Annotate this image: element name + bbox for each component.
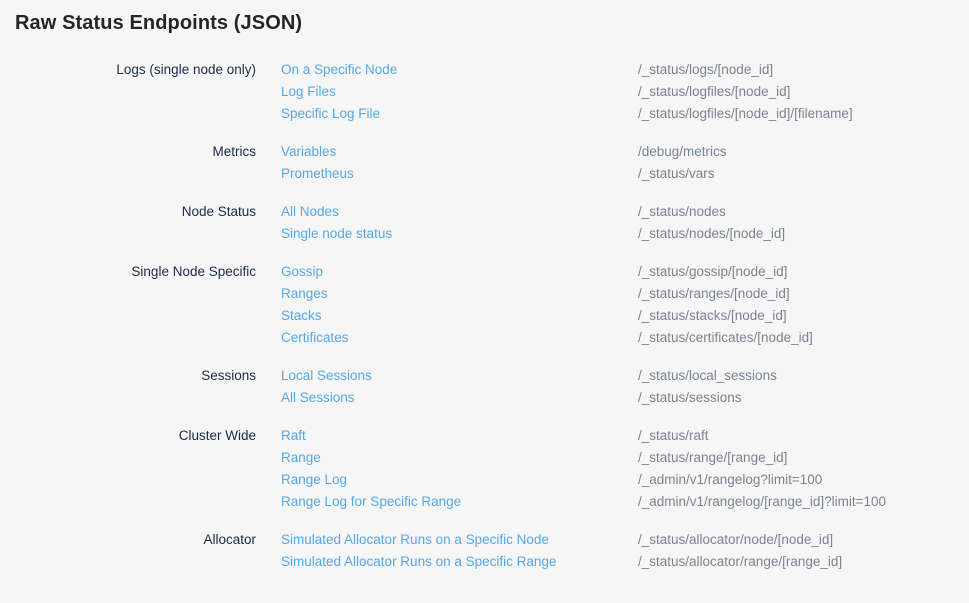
endpoint-path: /_status/logfiles/[node_id] [638,81,969,103]
endpoint-paths-column: /debug/metrics/_status/vars [638,141,969,185]
category-label: Sessions [0,365,256,409]
endpoint-path: /_status/allocator/range/[range_id] [638,551,969,573]
endpoint-path: /_status/local_sessions [638,365,969,387]
endpoint-path: /_status/nodes/[node_id] [638,223,969,245]
category-label: Logs (single node only) [0,59,256,125]
endpoint-groups: Logs (single node only)On a Specific Nod… [0,59,969,573]
endpoint-link[interactable]: Range [281,447,638,469]
endpoint-link[interactable]: Stacks [281,305,638,327]
endpoint-path: /_status/nodes [638,201,969,223]
debug-endpoints-page: Raw Status Endpoints (JSON) Logs (single… [0,0,969,573]
endpoint-link[interactable]: Local Sessions [281,365,638,387]
endpoint-paths-column: /_status/local_sessions/_status/sessions [638,365,969,409]
endpoint-group: Logs (single node only)On a Specific Nod… [0,59,969,125]
endpoint-link[interactable]: Simulated Allocator Runs on a Specific N… [281,529,638,551]
page-title: Raw Status Endpoints (JSON) [15,10,969,36]
endpoint-path: /_status/sessions [638,387,969,409]
endpoint-link[interactable]: Ranges [281,283,638,305]
endpoint-link[interactable]: All Nodes [281,201,638,223]
endpoint-group: Allocator Simulated Allocator Runs on a S… [0,529,969,573]
endpoint-paths-column: /_status/nodes/_status/nodes/[node_id] [638,201,969,245]
endpoint-links-column: On a Specific NodeLog FilesSpecific Log … [256,59,638,125]
endpoint-path: /_status/gossip/[node_id] [638,261,969,283]
endpoint-path: /_status/stacks/[node_id] [638,305,969,327]
endpoint-links-column: All NodesSingle node status [256,201,638,245]
endpoint-path: /_status/logfiles/[node_id]/[filename] [638,103,969,125]
category-label: Node Status [0,201,256,245]
endpoint-path: /_status/certificates/[node_id] [638,327,969,349]
endpoint-links-column: Local SessionsAll Sessions [256,365,638,409]
endpoint-link[interactable]: Gossip [281,261,638,283]
endpoint-path: /debug/metrics [638,141,969,163]
endpoint-link[interactable]: Prometheus [281,163,638,185]
endpoint-link[interactable]: Single node status [281,223,638,245]
endpoint-link[interactable]: Raft [281,425,638,447]
endpoint-group: MetricsVariablesPrometheus/debug/metrics… [0,141,969,185]
endpoint-group: Cluster WideRaftRangeRange LogRange Log … [0,425,969,513]
endpoint-paths-column: /_status/allocator/node/[node_id]/_statu… [638,529,969,573]
endpoint-group: SessionsLocal SessionsAll Sessions/_stat… [0,365,969,409]
endpoint-group: Single Node SpecificGossipRangesStacksCe… [0,261,969,349]
endpoint-links-column: VariablesPrometheus [256,141,638,185]
endpoint-path: /_status/ranges/[node_id] [638,283,969,305]
category-label: Metrics [0,141,256,185]
endpoint-link[interactable]: Range Log for Specific Range [281,491,638,513]
category-label: Cluster Wide [0,425,256,513]
endpoint-paths-column: /_status/gossip/[node_id]/_status/ranges… [638,261,969,349]
endpoint-link[interactable]: Specific Log File [281,103,638,125]
endpoint-link[interactable]: On a Specific Node [281,59,638,81]
endpoint-path: /_status/vars [638,163,969,185]
endpoint-group: Node StatusAll NodesSingle node status/_… [0,201,969,245]
endpoint-link[interactable]: Certificates [281,327,638,349]
endpoint-link[interactable]: Simulated Allocator Runs on a Specific R… [281,551,638,573]
endpoint-links-column: RaftRangeRange LogRange Log for Specific… [256,425,638,513]
endpoint-link[interactable]: Variables [281,141,638,163]
endpoint-link[interactable]: Log Files [281,81,638,103]
endpoint-links-column: Simulated Allocator Runs on a Specific N… [256,529,638,573]
endpoint-path: /_status/allocator/node/[node_id] [638,529,969,551]
category-label: Allocator [0,529,256,573]
endpoint-path: /_status/range/[range_id] [638,447,969,469]
category-label: Single Node Specific [0,261,256,349]
endpoint-path: /_admin/v1/rangelog?limit=100 [638,469,969,491]
endpoint-path: /_status/raft [638,425,969,447]
endpoint-links-column: GossipRangesStacksCertificates [256,261,638,349]
endpoint-path: /_admin/v1/rangelog/[range_id]?limit=100 [638,491,969,513]
endpoint-path: /_status/logs/[node_id] [638,59,969,81]
endpoint-paths-column: /_status/raft/_status/range/[range_id]/_… [638,425,969,513]
endpoint-link[interactable]: Range Log [281,469,638,491]
endpoint-paths-column: /_status/logs/[node_id]/_status/logfiles… [638,59,969,125]
endpoint-link[interactable]: All Sessions [281,387,638,409]
